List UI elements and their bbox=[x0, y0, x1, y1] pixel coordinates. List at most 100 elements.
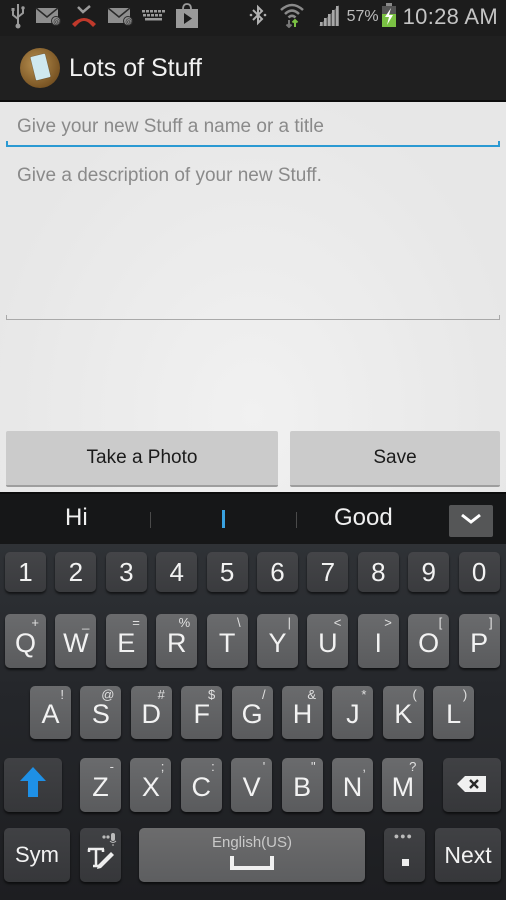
key-3[interactable]: 3 bbox=[105, 552, 147, 592]
key-label: 8 bbox=[371, 556, 386, 587]
suggestion-i[interactable] bbox=[222, 510, 225, 528]
email-icon: @ bbox=[107, 6, 133, 31]
key-p[interactable]: ] P bbox=[458, 614, 500, 668]
period-glyph bbox=[401, 859, 409, 866]
key-secondary-label: + bbox=[31, 615, 39, 630]
key-label: F bbox=[193, 699, 210, 729]
input-mode-key[interactable] bbox=[80, 828, 121, 882]
suggestion-divider bbox=[296, 512, 297, 528]
key-9[interactable]: 9 bbox=[408, 552, 450, 592]
key-b[interactable]: " B bbox=[281, 758, 323, 812]
key-e[interactable]: = E bbox=[105, 614, 147, 668]
key-0[interactable]: 0 bbox=[458, 552, 500, 592]
key-q[interactable]: + Q bbox=[5, 614, 46, 668]
key-label: 5 bbox=[219, 556, 235, 587]
space-key[interactable]: English(US) bbox=[139, 828, 365, 882]
key-d[interactable]: # D bbox=[130, 686, 172, 739]
key-c[interactable]: :C bbox=[180, 758, 222, 812]
key-s[interactable]: @ S bbox=[80, 686, 122, 739]
key-secondary-label: ) bbox=[462, 687, 468, 702]
sym-key[interactable]: Sym bbox=[4, 828, 70, 882]
key-secondary-label: > bbox=[384, 615, 392, 630]
key-label: K bbox=[394, 699, 413, 729]
key-f[interactable]: $ F bbox=[181, 686, 223, 739]
key-n[interactable]: ,N bbox=[332, 758, 373, 812]
key-6[interactable]: 6 bbox=[257, 552, 298, 592]
key-label: H bbox=[292, 699, 313, 729]
key-g[interactable]: / G bbox=[231, 686, 273, 739]
key-label: D bbox=[141, 699, 162, 729]
next-key[interactable]: Next bbox=[435, 828, 501, 882]
key-x[interactable]: ; X bbox=[130, 758, 172, 812]
key-2[interactable]: 2 bbox=[55, 552, 97, 592]
email-icon: @ bbox=[35, 6, 61, 31]
more-dots-icon: ●●● bbox=[393, 831, 413, 841]
key-1[interactable]: 1 bbox=[5, 552, 46, 592]
key-label: C bbox=[191, 771, 212, 802]
key-v[interactable]: ' V bbox=[231, 758, 273, 812]
key-secondary-label: ? bbox=[409, 759, 417, 774]
key-k[interactable]: (K bbox=[382, 686, 424, 739]
collapse-keyboard-button[interactable] bbox=[449, 505, 493, 537]
key-i[interactable]: > I bbox=[357, 614, 399, 668]
description-placeholder: Give a description of your new Stuff. bbox=[17, 165, 322, 186]
key-4[interactable]: 4 bbox=[156, 552, 198, 592]
key-h[interactable]: & H bbox=[282, 686, 323, 739]
key-label: 6 bbox=[270, 556, 285, 587]
description-input-underline bbox=[6, 315, 500, 320]
key-secondary-label: < bbox=[333, 615, 342, 630]
key-label: 1 bbox=[18, 556, 33, 587]
key-secondary-label: ; bbox=[160, 759, 165, 774]
take-photo-button[interactable]: Take a Photo bbox=[6, 431, 278, 487]
title-input[interactable]: Give your new Stuff a name or a title bbox=[6, 112, 500, 147]
key-label: 7 bbox=[320, 556, 336, 587]
suggestion-good[interactable]: Good bbox=[334, 504, 393, 532]
key-label: Q bbox=[14, 627, 36, 658]
status-bar: @ @ 57% 10:28 AM bbox=[0, 0, 506, 36]
keyboard-icon bbox=[142, 9, 166, 28]
key-secondary-label: ! bbox=[60, 687, 64, 702]
key-j[interactable]: * J bbox=[332, 686, 374, 739]
key-u[interactable]: < U bbox=[307, 614, 349, 668]
key-label: Y bbox=[268, 627, 287, 658]
key-label: U bbox=[318, 627, 338, 658]
key-label: P bbox=[470, 627, 489, 658]
suggestion-hi[interactable]: Hi bbox=[65, 504, 88, 532]
key-secondary-label: _ bbox=[82, 615, 90, 630]
key-w[interactable]: _ W bbox=[55, 614, 97, 668]
key-a[interactable]: ! A bbox=[30, 686, 71, 739]
key-label: R bbox=[166, 627, 187, 658]
key-secondary-label: | bbox=[287, 615, 291, 630]
key-7[interactable]: 7 bbox=[307, 552, 349, 592]
battery-percent: 57% bbox=[346, 8, 379, 25]
app-icon[interactable] bbox=[20, 48, 60, 88]
period-key[interactable]: ●●● bbox=[384, 828, 425, 882]
key-l[interactable]: ) L bbox=[433, 686, 475, 739]
wifi-icon bbox=[279, 2, 305, 33]
key-o[interactable]: [O bbox=[408, 614, 450, 668]
key-y[interactable]: | Y bbox=[257, 614, 298, 668]
title-input-underline bbox=[6, 141, 500, 147]
key-label: M bbox=[391, 771, 415, 802]
key-8[interactable]: 8 bbox=[357, 552, 399, 592]
key-label: 2 bbox=[68, 556, 84, 587]
key-secondary-label: $ bbox=[207, 687, 216, 702]
key-5[interactable]: 5 bbox=[206, 552, 248, 592]
key-secondary-label: ( bbox=[412, 687, 417, 702]
description-input[interactable]: Give a description of your new Stuff. bbox=[6, 160, 500, 320]
key-secondary-label: ' bbox=[262, 759, 266, 774]
key-m[interactable]: ? M bbox=[382, 758, 424, 812]
key-secondary-label: \ bbox=[236, 615, 241, 630]
missed-call-icon bbox=[70, 4, 98, 33]
save-button[interactable]: Save bbox=[290, 431, 500, 487]
key-z[interactable]: -Z bbox=[80, 758, 121, 812]
key-secondary-label: " bbox=[310, 759, 316, 774]
key-label: O bbox=[418, 627, 440, 658]
key-secondary-label: [ bbox=[438, 615, 443, 630]
key-t[interactable]: \ T bbox=[206, 614, 248, 668]
key-r[interactable]: % R bbox=[156, 614, 198, 668]
suggestion-bar: Hi Good bbox=[0, 492, 506, 544]
backspace-key[interactable] bbox=[443, 758, 501, 812]
shift-key[interactable] bbox=[4, 758, 62, 812]
key-label: A bbox=[41, 699, 60, 729]
